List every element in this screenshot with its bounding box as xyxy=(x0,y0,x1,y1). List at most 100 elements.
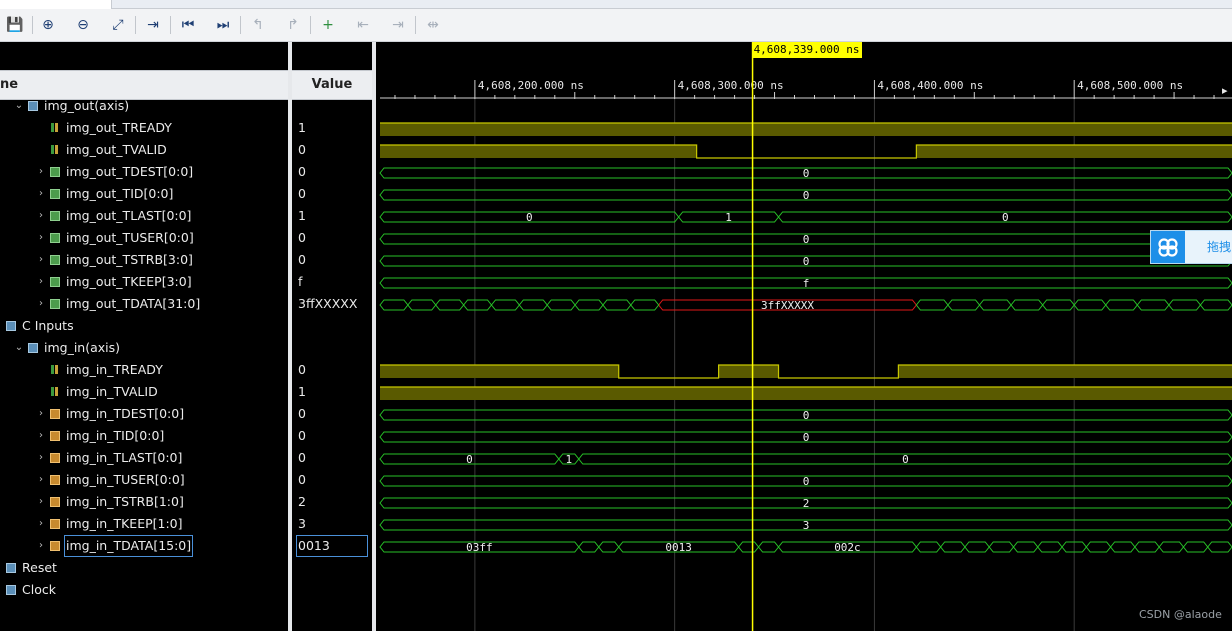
previous-marker-button[interactable]: ⇤ xyxy=(352,14,374,36)
signal-row[interactable]: › img_in_TDATA[15:0] xyxy=(0,535,288,557)
signal-group-row[interactable]: Clock xyxy=(0,579,288,601)
signal-row[interactable]: › img_out_TSTRB[3:0] xyxy=(0,249,288,271)
signal-value xyxy=(292,579,372,601)
signal-group-icon xyxy=(28,101,38,111)
bus-transition xyxy=(1012,541,1039,553)
expand-chevron-icon[interactable]: › xyxy=(36,425,46,447)
signal-row[interactable]: › img_out_TLAST[0:0] xyxy=(0,205,288,227)
next-marker-button[interactable]: ⇥ xyxy=(387,14,409,36)
expand-chevron-icon[interactable]: › xyxy=(36,403,46,425)
expand-chevron-icon[interactable]: › xyxy=(36,293,46,315)
signal-group-row[interactable]: ⌄ img_in(axis) xyxy=(0,337,288,359)
signal-name: img_in_TID[0:0] xyxy=(66,428,165,443)
signal-row[interactable]: › img_out_TDEST[0:0] xyxy=(0,161,288,183)
zoom-out-icon: ⊖ xyxy=(77,17,89,33)
swap-cursors-icon: ⇹ xyxy=(427,17,439,33)
bus-signal-icon xyxy=(50,453,60,463)
bus-transition xyxy=(1168,299,1202,311)
toolbar-separator xyxy=(170,16,171,34)
expand-chevron-icon[interactable]: › xyxy=(36,535,46,557)
go-to-last-time-icon: ⏭ xyxy=(216,17,230,33)
bus-transition xyxy=(1199,299,1232,311)
signal-name: Reset xyxy=(22,560,57,575)
bus-transition xyxy=(915,299,949,311)
expand-chevron-icon[interactable]: › xyxy=(36,447,46,469)
signal-row[interactable]: › img_in_TSTRB[1:0] xyxy=(0,491,288,513)
tab-waveform[interactable] xyxy=(0,0,112,9)
signal-name: img_in_TSTRB[1:0] xyxy=(66,494,184,509)
waveform-svg[interactable]: 4,608,200.000 ns 4,608,300.000 ns 4,608,40… xyxy=(376,42,1232,631)
bus-value-label: 1 xyxy=(565,453,572,466)
signal-group-icon xyxy=(6,563,16,573)
zoom-fit-button[interactable]: ⤢ xyxy=(107,14,129,36)
cursor-time-label[interactable]: 4,608,339.000 ns xyxy=(751,42,862,58)
signal-name: img_out_TREADY xyxy=(66,120,172,135)
zoom-out-button[interactable]: ⊖ xyxy=(72,14,94,36)
expand-chevron-icon[interactable]: › xyxy=(36,161,46,183)
save-button[interactable]: 💾 xyxy=(4,14,26,36)
signal-row[interactable]: img_in_TVALID xyxy=(0,381,288,403)
signal-row[interactable]: › img_out_TDATA[31:0] xyxy=(0,293,288,315)
signal-value: 0 xyxy=(298,406,306,421)
signal-value: 0 xyxy=(298,252,306,267)
baidu-drag-icon xyxy=(1151,231,1185,263)
go-to-time-0-button[interactable]: ⏮ xyxy=(177,14,199,36)
signal-row[interactable]: img_out_TVALID xyxy=(0,139,288,161)
zoom-fit-icon: ⤢ xyxy=(112,17,124,33)
signal-group-row[interactable]: Reset xyxy=(0,557,288,579)
zoom-in-button[interactable]: ⊕ xyxy=(37,14,59,36)
signal-name: img_in_TUSER[0:0] xyxy=(66,472,185,487)
next-transition-button[interactable]: ↱ xyxy=(282,14,304,36)
signal-value: 0 xyxy=(298,428,306,443)
signal-value: f xyxy=(298,274,303,289)
go-to-last-time-button[interactable]: ⏭ xyxy=(212,14,234,36)
value-column-header[interactable]: Value xyxy=(292,70,372,100)
bus-signal-icon xyxy=(50,211,60,221)
expand-chevron-icon[interactable]: › xyxy=(36,491,46,513)
signal-row[interactable]: › img_out_TUSER[0:0] xyxy=(0,227,288,249)
expand-chevron-icon[interactable]: › xyxy=(36,183,46,205)
bus-value-label: 0 xyxy=(803,167,810,180)
name-column-header[interactable]: ne xyxy=(0,70,288,100)
toolbar-separator xyxy=(415,16,416,34)
expand-chevron-icon[interactable]: › xyxy=(36,227,46,249)
swap-cursors-button[interactable]: ⇹ xyxy=(422,14,444,36)
bus-transition xyxy=(757,541,780,553)
expand-chevron-icon[interactable]: › xyxy=(36,205,46,227)
ruler-tick-label: 4,608,200.000 ns xyxy=(478,79,584,92)
signal-row[interactable]: › img_in_TKEEP[1:0] xyxy=(0,513,288,535)
expand-chevron-icon[interactable]: › xyxy=(36,469,46,491)
signal-row[interactable]: › img_out_TKEEP[3:0] xyxy=(0,271,288,293)
signal-row[interactable]: img_in_TREADY xyxy=(0,359,288,381)
signal-group-row[interactable]: C Inputs xyxy=(0,315,288,337)
signal-value: 1 xyxy=(298,208,306,223)
expand-chevron-icon[interactable]: › xyxy=(36,249,46,271)
bus-transition xyxy=(1085,541,1112,553)
bus-transition xyxy=(379,299,409,311)
collapse-chevron-icon[interactable]: ⌄ xyxy=(14,337,24,359)
expand-chevron-icon[interactable]: › xyxy=(36,513,46,535)
bus-transition xyxy=(947,299,981,311)
signal-name: img_in_TLAST[0:0] xyxy=(66,450,183,465)
floating-drag-widget[interactable]: 拖拽 xyxy=(1150,230,1232,264)
previous-transition-button[interactable]: ↰ xyxy=(247,14,269,36)
bus-value-label: 0 xyxy=(803,255,810,268)
signal-row[interactable]: › img_in_TLAST[0:0] xyxy=(0,447,288,469)
waveform-canvas[interactable]: 4,608,200.000 ns 4,608,300.000 ns 4,608,40… xyxy=(376,42,1232,631)
signal-row[interactable]: › img_in_TUSER[0:0] xyxy=(0,469,288,491)
bit-signal-icon xyxy=(50,387,60,397)
signal-row[interactable]: img_out_TREADY xyxy=(0,117,288,139)
go-to-cursor-button[interactable]: ⇥ xyxy=(142,14,164,36)
signal-value: 3ffXXXXX xyxy=(298,296,358,311)
signal-value: 0 xyxy=(298,362,306,377)
bus-value-label: 2 xyxy=(803,497,810,510)
signal-row[interactable]: › img_out_TID[0:0] xyxy=(0,183,288,205)
add-marker-button[interactable]: + xyxy=(317,14,339,36)
signal-row[interactable]: › img_in_TID[0:0] xyxy=(0,425,288,447)
signal-row[interactable]: › img_in_TDEST[0:0] xyxy=(0,403,288,425)
signal-name: img_out_TDATA[31:0] xyxy=(66,296,201,311)
expand-chevron-icon[interactable]: › xyxy=(36,271,46,293)
bus-value-label: 0 xyxy=(526,211,533,224)
signal-value: 0 xyxy=(298,186,306,201)
bus-transition xyxy=(598,541,620,553)
